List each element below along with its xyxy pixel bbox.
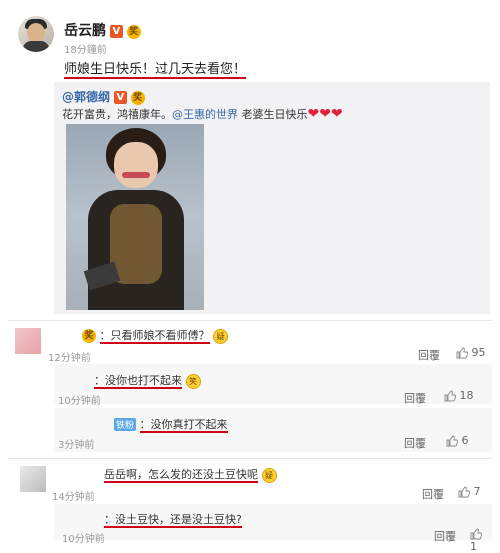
like-button[interactable]: 18 <box>444 389 474 402</box>
author-name[interactable]: 岳云鹏 <box>64 23 106 39</box>
like-count: 1 <box>470 540 477 553</box>
comment-text: 岳岳啊，怎么发的还没土豆快呢 <box>104 468 258 483</box>
verified-icon: V <box>113 91 127 104</box>
thumbs-up-icon <box>470 528 482 540</box>
like-count: 6 <box>461 434 469 447</box>
face-emoji-icon: 疑 <box>213 328 228 344</box>
reply-button[interactable]: 回覆 <box>418 347 440 363</box>
post-text: 师娘生日快乐！过几天去看您！ <box>64 62 247 79</box>
like-button[interactable]: 1 <box>470 527 492 553</box>
reply-time: 3分钟前 <box>58 440 95 451</box>
comment-time: 14分钟前 <box>52 492 95 503</box>
reply-text: ：没你也打不起来 <box>94 374 182 389</box>
like-button[interactable]: 7 <box>458 485 481 498</box>
like-button[interactable]: 95 <box>456 346 486 359</box>
medal-icon: 奖 <box>82 329 96 343</box>
hearts-icon: ❤❤❤ <box>307 106 343 122</box>
reply-button[interactable]: 回覆 <box>422 486 444 502</box>
comment-text: ：只看师娘不看师傅？ <box>99 329 210 344</box>
post-time: 18分鐘前 <box>64 45 107 56</box>
quoted-text: 花开富贵，鸿禧康年。@王惠的世界 老婆生日快乐❤❤❤ <box>62 106 343 122</box>
laugh-emoji-icon: 笑 <box>185 373 201 389</box>
comment-time: 12分钟前 <box>48 353 91 364</box>
quoted-photo[interactable] <box>66 124 204 310</box>
like-count: 18 <box>459 389 474 402</box>
reply-text: ：没你真打不起来 <box>139 418 228 433</box>
reply-text: ：没土豆快，还是没土豆快? <box>104 513 242 528</box>
reply-item: ：没你也打不起来 笑 10分钟前 回覆 18 <box>54 364 492 407</box>
reply-item: 铁粉 ：没你真打不起来 3分钟前 回覆 6 <box>54 408 492 452</box>
thumbs-up-icon <box>458 486 470 498</box>
medal-icon: 奖 <box>126 24 141 39</box>
thumbs-up-icon <box>456 347 468 359</box>
comment-avatar[interactable] <box>20 466 46 492</box>
reply-button[interactable]: 回覆 <box>404 390 426 406</box>
quoted-author[interactable]: @郭德纲 <box>62 90 110 104</box>
reply-time: 10分钟前 <box>62 534 105 545</box>
thumbs-up-icon <box>444 390 456 402</box>
mention-link[interactable]: @王惠的世界 <box>172 108 238 121</box>
reply-button[interactable]: 回覆 <box>404 435 426 451</box>
like-button[interactable]: 6 <box>446 434 469 447</box>
author-header: 岳云鹏 V 奖 <box>64 20 141 40</box>
thumbs-up-icon <box>446 435 458 447</box>
reply-time: 10分钟前 <box>58 396 101 407</box>
author-avatar[interactable] <box>18 16 54 52</box>
reply-item: ：没土豆快，还是没土豆快? 10分钟前 回覆 1 <box>54 504 492 553</box>
reply-button[interactable]: 回覆 <box>434 528 456 544</box>
like-count: 95 <box>471 346 486 359</box>
face-emoji-icon: 疑 <box>261 467 277 483</box>
fan-badge: 铁粉 <box>114 418 137 431</box>
like-count: 7 <box>473 485 481 498</box>
comment-avatar[interactable] <box>15 328 41 354</box>
quoted-post[interactable]: @郭德纲 V 奖 花开富贵，鸿禧康年。@王惠的世界 老婆生日快乐❤❤❤ <box>54 82 490 314</box>
verified-icon: V <box>109 25 123 38</box>
medal-icon: 奖 <box>130 90 145 105</box>
